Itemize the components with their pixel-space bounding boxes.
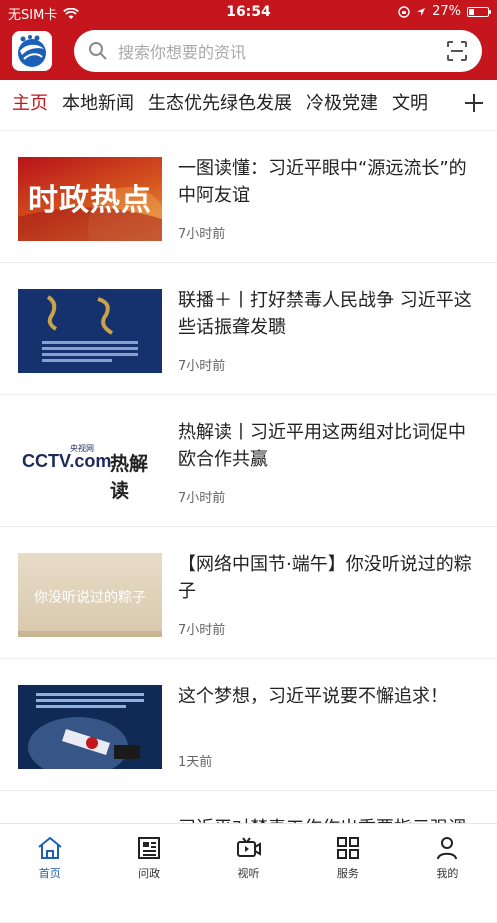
news-title: 联播＋丨打好禁毒人民战争 习近平这些话振聋发聩: [178, 290, 472, 338]
thumbnail-caption: 热解读: [110, 453, 149, 502]
add-tab-icon[interactable]: [463, 92, 485, 114]
search-bar[interactable]: 搜索你想要的资讯: [74, 30, 482, 72]
news-item[interactable]: 你没听说过的粽子 【网络中国节·端午】你没听说过的粽子 7小时前: [0, 527, 497, 659]
news-thumbnail: [18, 289, 162, 373]
news-time: 7小时前: [178, 491, 226, 506]
tab-home[interactable]: 主页: [12, 92, 48, 116]
app-logo-icon[interactable]: [12, 31, 52, 71]
battery-icon: [467, 6, 491, 17]
news-title: 【网络中国节·端午】你没听说过的粽子: [178, 554, 472, 602]
category-tabs: 主页 本地新闻 生态优先绿色发展 冷极党建 文明: [0, 80, 497, 131]
tab-ecology[interactable]: 生态优先绿色发展: [148, 92, 292, 116]
tabbar-home[interactable]: 首页: [0, 824, 99, 884]
news-feed: 时政热点 一图读懂：习近平眼中“源远流长”的中阿友谊 7小时前 联播＋丨打好禁毒…: [0, 131, 497, 923]
news-time: 1天前: [178, 755, 213, 770]
tab-local-news[interactable]: 本地新闻: [62, 92, 134, 116]
tabbar-video[interactable]: 视听: [199, 824, 298, 884]
news-thumbnail: 你没听说过的粽子: [18, 553, 162, 637]
user-icon: [437, 837, 458, 860]
thumbnail-caption: 你没听说过的粽子: [34, 590, 146, 606]
tab-strip: 主页 本地新闻 生态优先绿色发展 冷极党建 文明: [12, 92, 455, 116]
video-icon: [236, 837, 261, 857]
scan-icon[interactable]: [446, 40, 468, 62]
news-time: 7小时前: [178, 359, 226, 374]
news-thumbnail: [18, 685, 162, 769]
home-icon: [38, 836, 62, 859]
grid-icon: [336, 837, 359, 859]
status-right: 27%: [398, 4, 491, 19]
tabbar-label: 服务: [336, 867, 359, 880]
status-bar: 无SIM卡 16:54 27%: [0, 0, 497, 24]
tabbar-me[interactable]: 我的: [398, 824, 497, 884]
news-title: 一图读懂：习近平眼中“源远流长”的中阿友谊: [178, 158, 467, 206]
search-icon: [89, 42, 107, 60]
news-icon: [138, 837, 161, 859]
news-item[interactable]: 时政热点 一图读懂：习近平眼中“源远流长”的中阿友谊 7小时前: [0, 131, 497, 263]
news-item[interactable]: 这个梦想，习近平说要不懈追求！ 1天前: [0, 659, 497, 791]
news-thumbnail: 时政热点: [18, 157, 162, 241]
news-time: 7小时前: [178, 227, 226, 242]
app-header: 搜索你想要的资讯: [0, 24, 497, 80]
news-item[interactable]: CCTV.com 央视网 热解读 热解读丨习近平用这两组对比词促中欧合作共赢 7…: [0, 395, 497, 527]
news-title: 这个梦想，习近平说要不懈追求！: [178, 686, 448, 707]
cctv-logo-sub: 央视网: [70, 444, 94, 453]
tabbar-label: 视听: [237, 867, 260, 880]
battery-percent: 27%: [432, 4, 461, 19]
thumbnail-shadow: [18, 631, 162, 637]
tab-party[interactable]: 冷极党建: [306, 92, 378, 116]
tabbar-label: 问政: [138, 867, 161, 880]
news-thumbnail: CCTV.com 央视网 热解读: [18, 421, 162, 505]
tabbar-label: 首页: [38, 867, 61, 880]
news-title: 热解读丨习近平用这两组对比词促中欧合作共赢: [178, 422, 466, 470]
search-placeholder: 搜索你想要的资讯: [118, 43, 247, 62]
thumbnail-caption: 时政热点: [28, 183, 152, 218]
tab-civilization[interactable]: 文明: [392, 92, 428, 116]
news-item[interactable]: 联播＋丨打好禁毒人民战争 习近平这些话振聋发聩 7小时前: [0, 263, 497, 395]
tabbar-politics[interactable]: 问政: [99, 824, 198, 884]
bottom-tab-bar: 首页 问政 视听 服务 我的: [0, 823, 497, 884]
orientation-lock-icon: [398, 5, 410, 18]
location-icon: [417, 7, 426, 16]
tabbar-label: 我的: [436, 867, 459, 880]
tabbar-services[interactable]: 服务: [298, 824, 397, 884]
news-time: 7小时前: [178, 623, 226, 638]
cctv-logo: CCTV.com: [22, 451, 112, 471]
